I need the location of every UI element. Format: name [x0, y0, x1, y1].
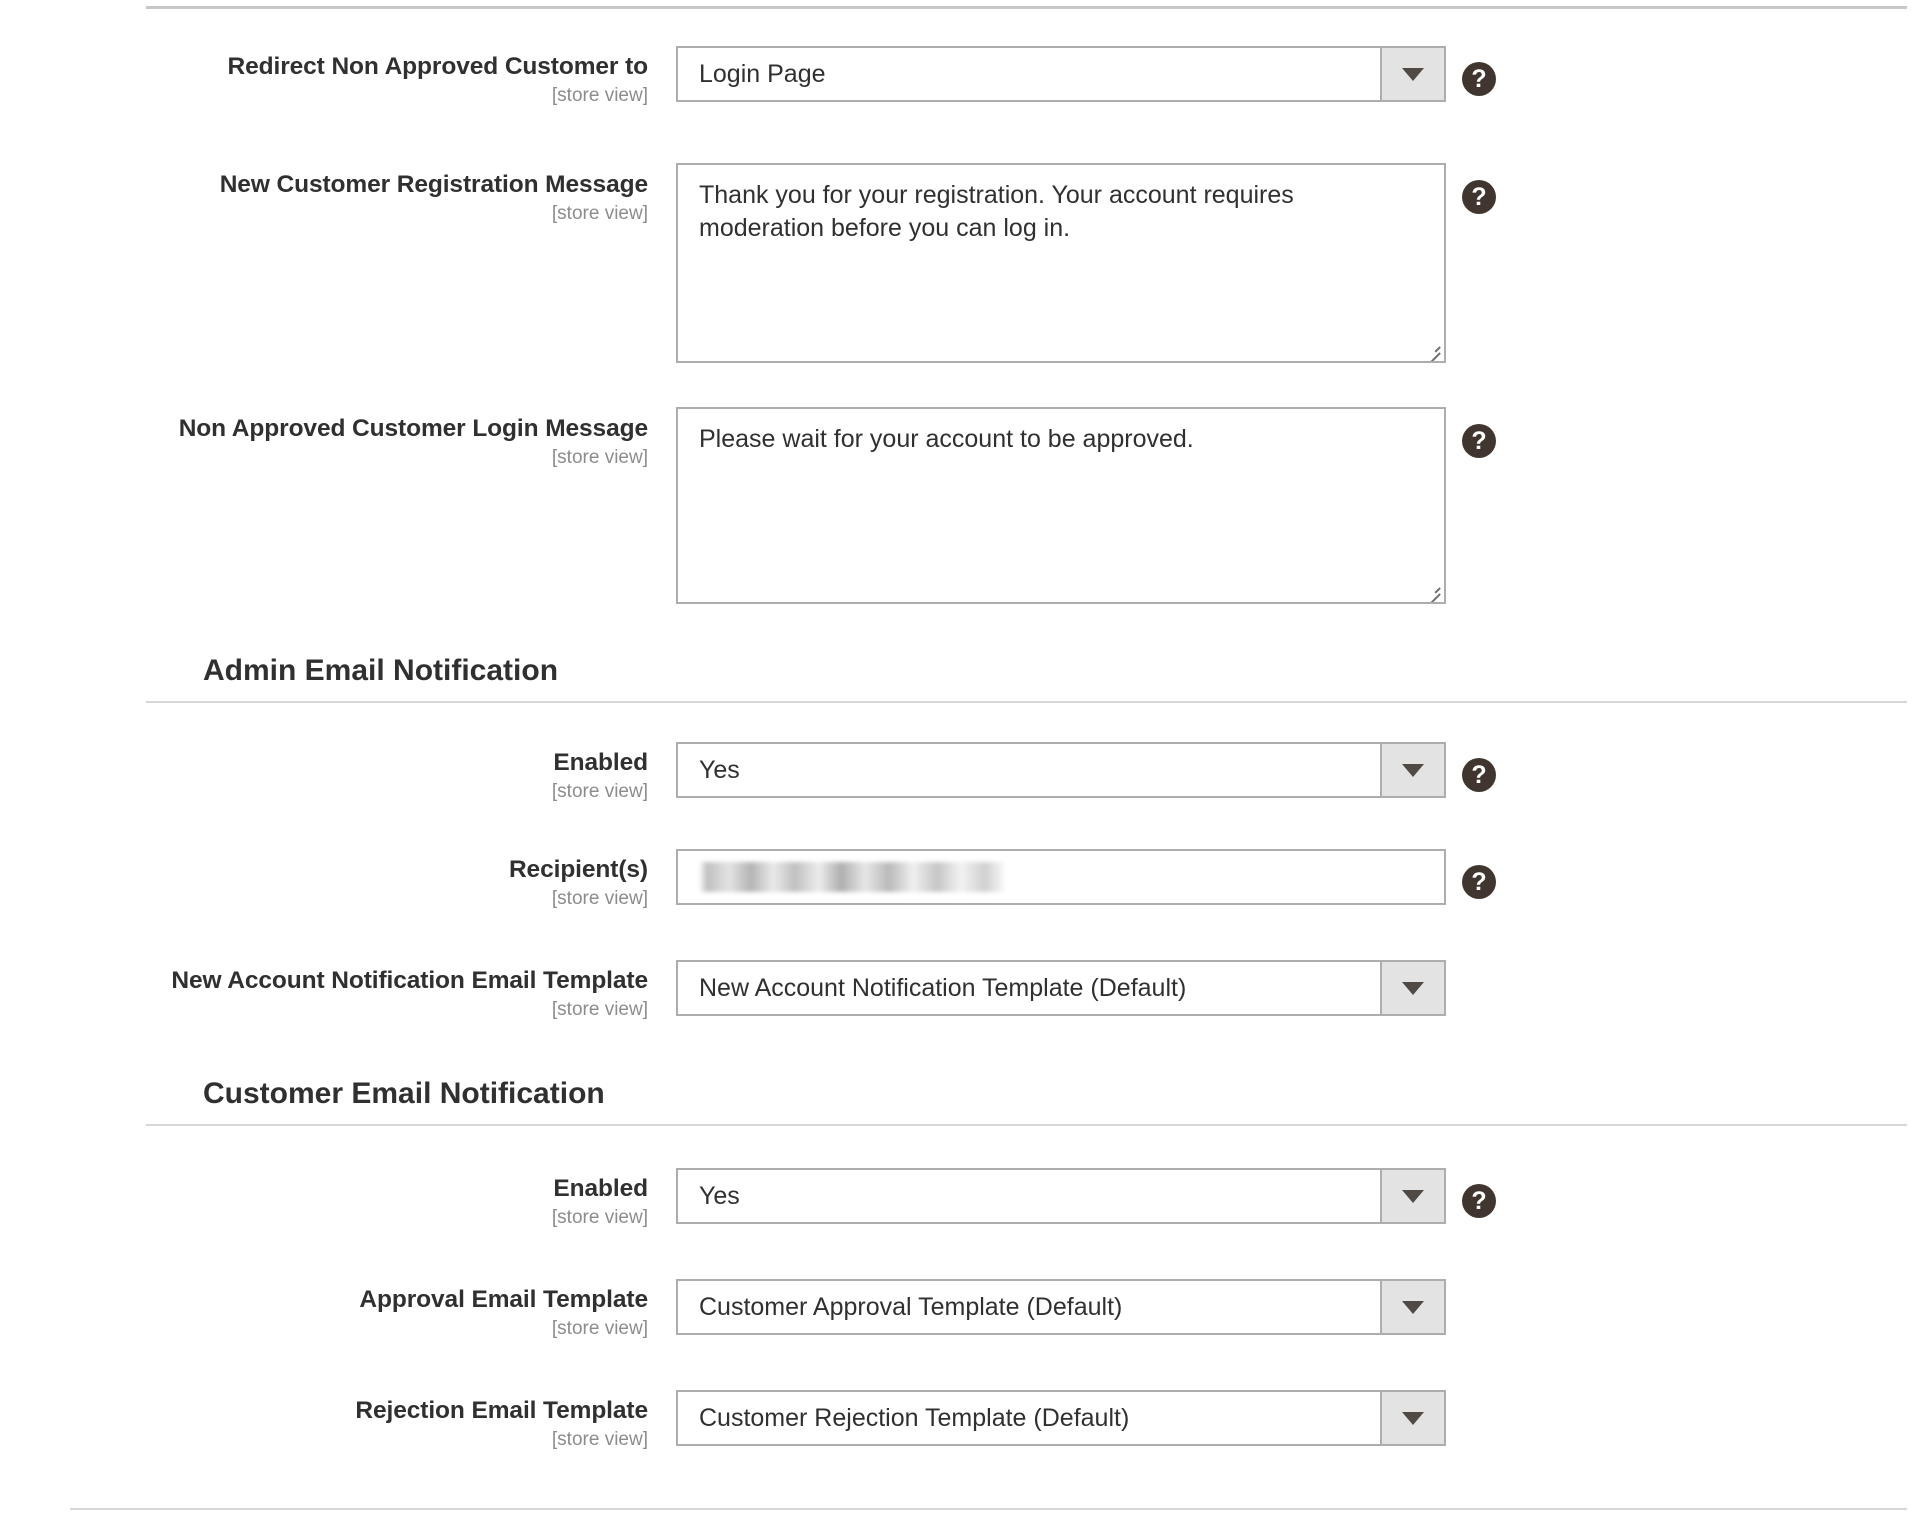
chevron-down-icon[interactable] [1380, 1281, 1444, 1333]
label-title: Redirect Non Approved Customer to [227, 53, 649, 80]
approval-email-template-select[interactable]: Customer Approval Template (Default) [676, 1279, 1446, 1335]
label-new-account-notification-email-template: New Account Notification Email Template … [0, 966, 648, 1023]
admin-enabled-select[interactable]: Yes [676, 742, 1446, 798]
field-new-account-notification-email-template: New Account Notification Template (Defau… [676, 960, 1446, 1016]
redacted-value [699, 862, 1005, 892]
help-icon-admin-recipients[interactable]: ? [1462, 865, 1496, 899]
config-form-page: Redirect Non Approved Customer to [store… [0, 0, 1930, 1522]
label-title: Approval Email Template [359, 1286, 648, 1313]
label-new-customer-registration-message: New Customer Registration Message [store… [0, 170, 648, 227]
label-title: Non Approved Customer Login Message [178, 415, 648, 442]
label-title: Enabled [553, 1175, 648, 1202]
section-divider [146, 701, 1907, 703]
label-title: Enabled [553, 749, 648, 776]
customer-enabled-value: Yes [699, 1182, 740, 1210]
top-divider [146, 6, 1907, 9]
field-approval-email-template: Customer Approval Template (Default) [676, 1279, 1446, 1335]
admin-recipients-input[interactable] [676, 849, 1446, 905]
field-redirect-non-approved-customer-to: Login Page [676, 46, 1446, 102]
field-customer-enabled: Yes [676, 1168, 1446, 1224]
new-customer-registration-message-textarea[interactable]: Thank you for your registration. Your ac… [676, 163, 1446, 363]
field-rejection-email-template: Customer Rejection Template (Default) [676, 1390, 1446, 1446]
chevron-down-icon[interactable] [1380, 1170, 1444, 1222]
field-admin-enabled: Yes [676, 742, 1446, 798]
section-title-admin-email-notification: Admin Email Notification [203, 654, 559, 687]
new-account-notification-email-template-value: New Account Notification Template (Defau… [699, 974, 1187, 1002]
help-icon-new-customer-registration-message[interactable]: ? [1462, 180, 1496, 214]
chevron-down-icon[interactable] [1380, 744, 1444, 796]
non-approved-customer-login-message-value: Please wait for your account to be appro… [699, 425, 1194, 453]
help-icon-customer-enabled[interactable]: ? [1462, 1184, 1496, 1218]
redirect-non-approved-customer-select[interactable]: Login Page [676, 46, 1446, 102]
field-new-customer-registration-message: Thank you for your registration. Your ac… [676, 163, 1446, 363]
chevron-down-icon[interactable] [1380, 1392, 1444, 1444]
resize-handle-icon[interactable] [1425, 583, 1441, 599]
label-scope: [store view] [551, 447, 648, 468]
label-rejection-email-template: Rejection Email Template [store view] [0, 1396, 648, 1453]
section-title-customer-email-notification: Customer Email Notification [203, 1077, 605, 1110]
approval-email-template-value: Customer Approval Template (Default) [699, 1293, 1123, 1321]
bottom-divider [70, 1508, 1907, 1510]
label-admin-recipients: Recipient(s) [store view] [0, 855, 648, 912]
new-customer-registration-message-value: Thank you for your registration. Your ac… [699, 181, 1301, 242]
field-non-approved-customer-login-message: Please wait for your account to be appro… [676, 407, 1446, 604]
label-customer-enabled: Enabled [store view] [0, 1174, 648, 1231]
label-scope: [store view] [551, 85, 648, 106]
label-title: New Account Notification Email Template [171, 967, 648, 994]
field-admin-recipients [676, 849, 1446, 905]
label-non-approved-customer-login-message: Non Approved Customer Login Message [sto… [0, 414, 648, 471]
label-admin-enabled: Enabled [store view] [0, 748, 648, 805]
help-icon-admin-enabled[interactable]: ? [1462, 758, 1496, 792]
label-scope: [store view] [551, 1207, 648, 1228]
label-scope: [store view] [551, 781, 648, 802]
section-divider [146, 1124, 1907, 1126]
non-approved-customer-login-message-textarea[interactable]: Please wait for your account to be appro… [676, 407, 1446, 604]
label-title: Recipient(s) [508, 856, 648, 883]
label-title: Rejection Email Template [355, 1397, 648, 1424]
chevron-down-icon[interactable] [1380, 962, 1444, 1014]
resize-handle-icon[interactable] [1425, 342, 1441, 358]
help-icon-redirect-non-approved-customer-to[interactable]: ? [1462, 62, 1496, 96]
label-redirect-non-approved-customer-to: Redirect Non Approved Customer to [store… [0, 52, 649, 109]
label-scope: [store view] [551, 1429, 648, 1450]
rejection-email-template-select[interactable]: Customer Rejection Template (Default) [676, 1390, 1446, 1446]
label-scope: [store view] [551, 1318, 648, 1339]
label-title: New Customer Registration Message [219, 171, 648, 198]
admin-enabled-value: Yes [699, 756, 740, 784]
rejection-email-template-value: Customer Rejection Template (Default) [699, 1404, 1130, 1432]
label-scope: [store view] [551, 888, 648, 909]
redirect-non-approved-customer-value: Login Page [699, 60, 826, 88]
new-account-notification-email-template-select[interactable]: New Account Notification Template (Defau… [676, 960, 1446, 1016]
section-customer-email-notification: Customer Email Notification [146, 1075, 1907, 1126]
customer-enabled-select[interactable]: Yes [676, 1168, 1446, 1224]
section-admin-email-notification: Admin Email Notification [146, 652, 1907, 703]
label-scope: [store view] [551, 999, 648, 1020]
help-icon-non-approved-customer-login-message[interactable]: ? [1462, 424, 1496, 458]
label-scope: [store view] [551, 203, 648, 224]
label-approval-email-template: Approval Email Template [store view] [0, 1285, 648, 1342]
chevron-down-icon[interactable] [1380, 48, 1444, 100]
